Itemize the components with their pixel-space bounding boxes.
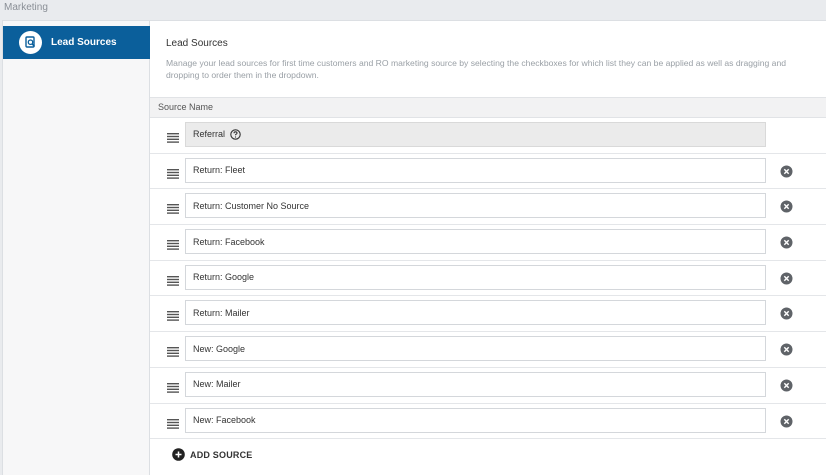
plus-circle-icon xyxy=(172,448,185,461)
breadcrumb: Marketing xyxy=(4,2,48,13)
drag-handle-icon[interactable] xyxy=(167,201,179,215)
drag-handle-icon[interactable] xyxy=(167,237,179,250)
table-row xyxy=(150,404,826,440)
remove-source-icon[interactable] xyxy=(780,307,793,320)
drag-handle-icon[interactable] xyxy=(167,273,179,286)
source-name-text: Referral xyxy=(193,129,226,139)
remove-source-icon[interactable] xyxy=(780,415,793,428)
drag-handle-icon[interactable] xyxy=(167,130,179,143)
main-panel: Lead Sources Manage your lead sources fo… xyxy=(150,20,826,475)
lead-source-list: Referral xyxy=(150,118,826,440)
page-description: Manage your lead sources for first time … xyxy=(166,58,787,80)
table-row xyxy=(150,368,826,404)
search-document-icon xyxy=(19,31,42,54)
table-row: Referral xyxy=(150,118,826,154)
source-name-input[interactable] xyxy=(185,193,766,219)
table-row xyxy=(150,154,826,190)
column-header-source-name: Source Name xyxy=(150,97,826,118)
table-row xyxy=(150,332,826,368)
table-row xyxy=(150,225,826,261)
drag-handle-icon[interactable] xyxy=(167,344,179,357)
remove-source-icon[interactable] xyxy=(780,272,793,285)
drag-handle-icon[interactable] xyxy=(167,416,179,429)
source-name-input[interactable] xyxy=(185,336,766,362)
source-name-readonly: Referral xyxy=(185,122,766,147)
source-name-input[interactable] xyxy=(185,264,766,290)
remove-source-icon[interactable] xyxy=(780,343,793,356)
source-name-input[interactable] xyxy=(185,229,766,255)
table-row xyxy=(150,189,826,226)
source-name-input[interactable] xyxy=(185,407,766,433)
remove-source-icon[interactable] xyxy=(780,200,793,213)
sidebar-item-lead-sources[interactable]: Lead Sources xyxy=(3,26,150,59)
remove-source-icon[interactable] xyxy=(780,379,793,392)
add-source-label: ADD SOURCE xyxy=(190,449,253,460)
remove-source-icon[interactable] xyxy=(780,165,793,178)
sidebar: Lead Sources xyxy=(2,20,150,475)
drag-handle-icon[interactable] xyxy=(167,166,179,179)
source-name-input[interactable] xyxy=(185,157,766,183)
help-icon[interactable] xyxy=(230,129,241,140)
add-source-button[interactable]: ADD SOURCE xyxy=(172,448,253,461)
table-row xyxy=(150,296,826,333)
table-row xyxy=(150,261,826,297)
sidebar-item-label: Lead Sources xyxy=(51,37,117,48)
source-name-input[interactable] xyxy=(185,371,766,397)
source-name-input[interactable] xyxy=(185,300,766,326)
page-title: Lead Sources xyxy=(166,38,228,49)
drag-handle-icon[interactable] xyxy=(167,380,179,393)
remove-source-icon[interactable] xyxy=(780,236,793,249)
drag-handle-icon[interactable] xyxy=(167,308,179,322)
